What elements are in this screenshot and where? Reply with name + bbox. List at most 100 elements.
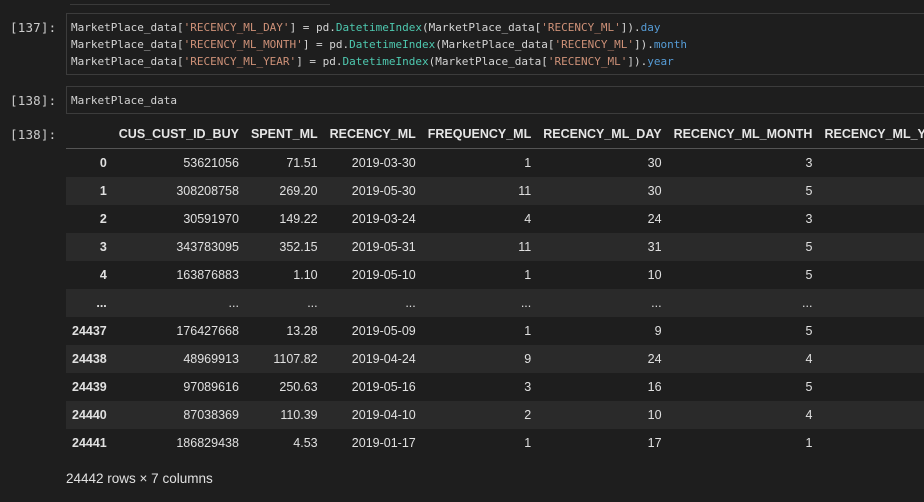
table-cell: 2019-05-10: [351, 268, 416, 282]
table-cell: 48969913: [112, 345, 245, 373]
code-token: DatetimeIndex: [349, 38, 436, 51]
table-cell: 1.10: [293, 268, 318, 282]
column-header: RECENCY_ML_MONTH: [667, 120, 819, 149]
table-cell: 5: [805, 268, 813, 282]
table-row: 2 30591970 149.22 2019-03-24 4 24 3 2019: [66, 205, 924, 233]
table-cell: 9: [654, 324, 662, 338]
table-cell: 2019: [818, 429, 924, 457]
table-cell: 10: [537, 401, 668, 429]
table-cell: 5: [805, 324, 813, 338]
row-index: 4: [99, 268, 107, 282]
table-cell: 4.53: [293, 436, 318, 450]
code-token: DatetimeIndex: [335, 21, 423, 34]
column-header: RECENCY_ML: [323, 120, 422, 149]
table-cell: 13.28: [286, 324, 318, 338]
table-cell: ...: [323, 289, 422, 317]
table-cell: 53621056: [183, 156, 239, 170]
code-token: ] = pd.: [296, 55, 343, 68]
code-token: MarketPlace_data[: [71, 55, 184, 68]
table-cell: 4: [524, 212, 532, 226]
table-cell: ...: [667, 289, 819, 317]
table-row: 24437 176427668 13.28 2019-05-09 1 9 5 2019: [66, 317, 924, 345]
table-cell: 1: [524, 268, 532, 282]
code-token: MarketPlace_data[: [71, 38, 184, 51]
code-token: ]).: [633, 38, 654, 51]
table-cell: 2019: [818, 177, 924, 205]
table-cell: 2: [421, 401, 538, 429]
row-index: 24437: [72, 324, 107, 338]
code-token: 'RECENCY_ML': [547, 55, 628, 68]
table-cell: 308208758: [112, 177, 245, 205]
table-cell: 3: [805, 212, 813, 226]
table-row: 24438489699131107.822019-04-2492442019: [66, 345, 924, 373]
code-token: 'RECENCY_ML': [541, 21, 621, 34]
table-cell: ...: [421, 289, 538, 317]
column-header: SPENT_ML: [244, 120, 324, 149]
column-header: RECENCY_ML_YEAR: [818, 120, 924, 149]
cell-138-code: MarketPlace_data: [71, 94, 177, 107]
code-token: year: [647, 55, 674, 68]
table-row: 2444087038369110.392019-04-1021042019: [66, 401, 924, 429]
table-cell: 2019-03-24: [351, 212, 416, 226]
cell-137-prompt: [137]:: [10, 20, 57, 35]
code-token: (MarketPlace_data[: [435, 38, 555, 51]
cell-137-editor[interactable]: MarketPlace_data['RECENCY_ML_DAY'] = pd.…: [66, 13, 924, 75]
table-cell: 2019-05-31: [323, 233, 422, 261]
table-cell: 1: [524, 324, 532, 338]
table-cell: 110.39: [244, 401, 324, 429]
row-index: 24438: [66, 345, 113, 373]
code-token: 'RECENCY_ML': [554, 38, 634, 51]
table-cell: 11: [421, 177, 538, 205]
table-cell: 2019-04-10: [323, 401, 422, 429]
code-token: (MarketPlace_data[: [422, 21, 542, 34]
table-cell: ...: [244, 289, 324, 317]
table-cell: 71.51: [286, 156, 318, 170]
table-row: 24441 186829438 4.53 2019-01-17 1 17 1 2019: [66, 429, 924, 457]
table-cell: 24: [537, 345, 668, 373]
code-token: 'RECENCY_ML_DAY': [183, 21, 290, 34]
row-index: 24439: [72, 380, 107, 394]
table-cell: 16: [647, 380, 662, 394]
table-cell: 2019: [818, 317, 924, 345]
table-header-row: CUS_CUST_ID_BUY SPENT_ML RECENCY_ML FREQUEN…: [66, 120, 924, 149]
table-cell: 2019: [818, 373, 924, 401]
table-cell: 2019: [818, 205, 924, 233]
code-token: MarketPlace_data[: [71, 21, 184, 34]
table-cell: 2019-04-24: [323, 345, 422, 373]
dataframe-table: CUS_CUST_ID_BUY SPENT_ML RECENCY_ML FREQUEN…: [66, 120, 924, 457]
table-row: ........................: [66, 289, 924, 317]
row-index: 1: [66, 177, 113, 205]
table-cell: 1107.82: [244, 345, 324, 373]
table-cell: 2019: [818, 345, 924, 373]
code-token: ] = pd.: [289, 21, 336, 34]
table-cell: ...: [537, 289, 668, 317]
table-cell: 9: [421, 345, 538, 373]
table-cell: 30: [647, 156, 662, 170]
table-cell: 2019: [818, 149, 924, 178]
table-cell: 2019-05-09: [351, 324, 416, 338]
table-cell: 2019-03-30: [351, 156, 416, 170]
table-row: 1308208758269.202019-05-30113052019: [66, 177, 924, 205]
code-token: ]).: [620, 21, 641, 34]
table-cell: 4: [667, 401, 819, 429]
row-index: ...: [66, 289, 113, 317]
table-cell: 1: [805, 436, 813, 450]
row-index: 24440: [66, 401, 113, 429]
table-cell: 2019-05-16: [351, 380, 416, 394]
table-cell: ...: [112, 289, 245, 317]
table-cell: 5: [805, 380, 813, 394]
cell-138-editor[interactable]: MarketPlace_data: [66, 86, 924, 114]
table-cell: 97089616: [183, 380, 239, 394]
table-cell: 3: [805, 156, 813, 170]
table-cell: 1: [524, 436, 532, 450]
table-cell: 17: [647, 436, 662, 450]
table-cell: 149.22: [279, 212, 318, 226]
row-index: 24441: [72, 436, 107, 450]
table-cell: 186829438: [176, 436, 239, 450]
code-token: month: [653, 38, 687, 51]
code-line: MarketPlace_data['RECENCY_ML_DAY'] = pd.…: [67, 19, 924, 36]
table-cell: 1: [524, 156, 532, 170]
table-row: 4 163876883 1.10 2019-05-10 1 10 5 2019: [66, 261, 924, 289]
table-row: 3343783095352.152019-05-31113152019: [66, 233, 924, 261]
table-cell: 31: [537, 233, 668, 261]
